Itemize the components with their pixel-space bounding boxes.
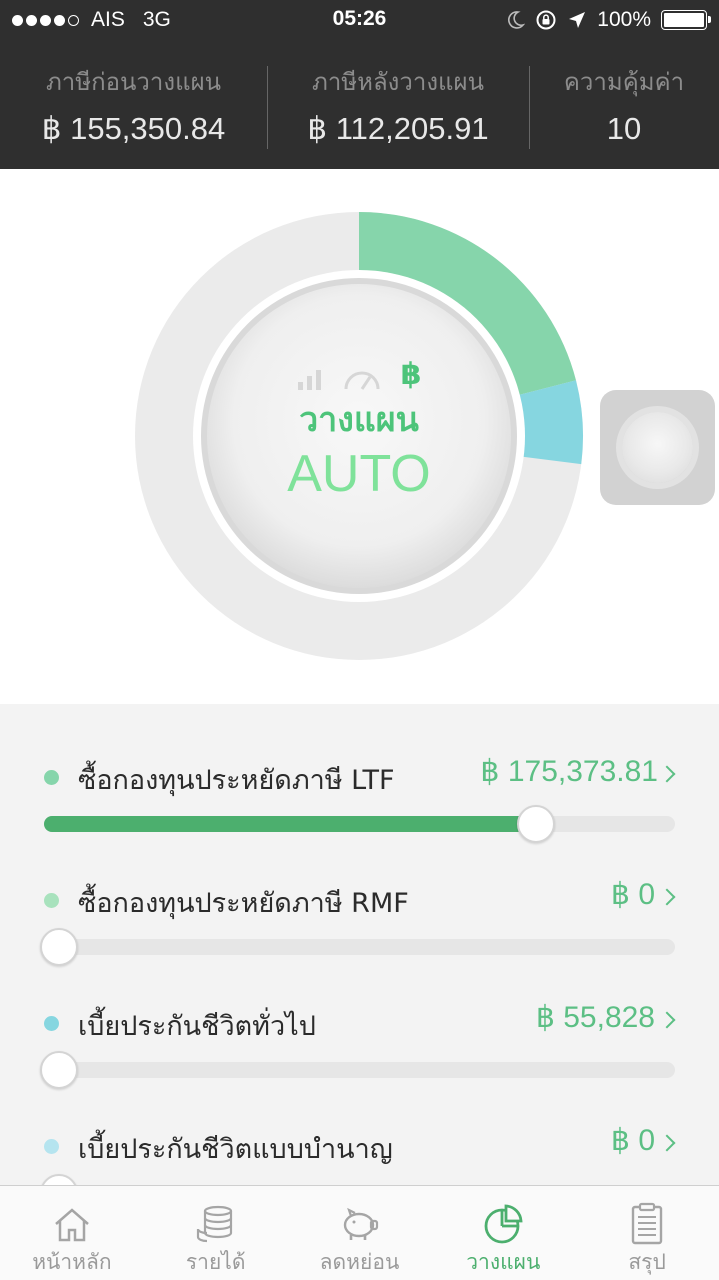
tab-deduction[interactable]: ลดหย่อน xyxy=(288,1186,432,1280)
item-bullet xyxy=(44,770,59,785)
worthiness-value: 10 xyxy=(606,111,642,146)
tax-after-value: ฿ 112,205.91 xyxy=(307,111,489,146)
gauge-handle-button[interactable] xyxy=(600,390,715,505)
tax-before-plan: ภาษีก่อนวางแผน ฿ 155,350.84 xyxy=(0,40,267,169)
item-slider[interactable] xyxy=(40,1051,675,1089)
item-bullet xyxy=(44,1139,59,1154)
chevron-right-icon[interactable] xyxy=(658,765,676,783)
item-name: ซื้อกองทุนประหยัดภาษี LTF xyxy=(78,765,395,796)
deduction-list: ซื้อกองทุนประหยัดภาษี LTF ฿ 175,373.81 ซ… xyxy=(0,704,719,1185)
item-name: เบี้ยประกันชีวิตทั่วไป xyxy=(78,1011,316,1042)
chevron-right-icon[interactable] xyxy=(658,1011,676,1029)
tab-income[interactable]: รายได้ xyxy=(144,1186,288,1280)
gauge-handle-knob[interactable] xyxy=(622,412,693,483)
tab-label: ลดหย่อน xyxy=(319,1250,400,1274)
item-name: ซื้อกองทุนประหยัดภาษี RMF xyxy=(78,888,409,919)
moon-icon xyxy=(508,11,526,29)
tab-plan[interactable]: วางแผน xyxy=(431,1186,575,1280)
signal-bars-icon[interactable] xyxy=(297,368,323,390)
item-slider[interactable] xyxy=(40,928,675,966)
coins-icon xyxy=(196,1205,232,1243)
tab-label: รายได้ xyxy=(185,1250,246,1274)
slider-thumb[interactable] xyxy=(40,1051,78,1089)
status-bar: AIS 3G 05:26 100% xyxy=(0,0,719,40)
slider-fill xyxy=(44,816,537,832)
tax-summary-header: ภาษีก่อนวางแผน ฿ 155,350.84 ภาษีหลังวางแ… xyxy=(0,40,719,169)
tax-after-plan: ภาษีหลังวางแผน ฿ 112,205.91 xyxy=(267,40,529,169)
chevron-right-icon[interactable] xyxy=(658,888,676,906)
item-value[interactable]: ฿ 55,828 xyxy=(536,1000,655,1035)
item-slider[interactable] xyxy=(44,805,675,843)
worthiness-score: ความคุ้มค่า 10 xyxy=(529,40,719,169)
tax-before-value: ฿ 155,350.84 xyxy=(41,111,226,146)
item-value[interactable]: ฿ 0 xyxy=(611,877,655,912)
rotation-lock-icon xyxy=(536,10,556,30)
clipboard-icon xyxy=(631,1202,663,1245)
list-item-life-insurance[interactable]: เบี้ยประกันชีวิตทั่วไป ฿ 55,828 xyxy=(0,986,719,1106)
speedometer-icon[interactable] xyxy=(343,368,381,390)
plan-mode-title: วางแผน xyxy=(299,400,419,440)
battery-percent: 100% xyxy=(597,8,651,31)
item-bullet xyxy=(44,1016,59,1031)
item-value[interactable]: ฿ 175,373.81 xyxy=(480,754,658,789)
item-bullet xyxy=(44,893,59,908)
slider-thumb[interactable] xyxy=(517,805,556,843)
worthiness-label: ความคุ้มค่า xyxy=(563,69,685,96)
item-name: เบี้ยประกันชีวิตแบบบำนาญ xyxy=(78,1134,393,1165)
list-item-rmf[interactable]: ซื้อกองทุนประหยัดภาษี RMF ฿ 0 xyxy=(0,863,719,983)
tax-after-label: ภาษีหลังวางแผน xyxy=(312,69,484,96)
tab-home[interactable]: หน้าหลัก xyxy=(0,1186,144,1280)
tab-label: สรุป xyxy=(628,1250,666,1274)
item-value[interactable]: ฿ 0 xyxy=(611,1123,655,1158)
tax-before-label: ภาษีก่อนวางแผน xyxy=(45,69,222,96)
baht-icon[interactable]: ฿ xyxy=(401,360,422,390)
slider-thumb[interactable] xyxy=(40,928,78,966)
location-arrow-icon xyxy=(569,12,586,28)
list-item-ltf[interactable]: ซื้อกองทุนประหยัดภาษี LTF ฿ 175,373.81 xyxy=(0,740,719,860)
bottom-tab-bar: หน้าหลัก รายได้ ลดหย่อน วางแผน สรุป xyxy=(0,1185,719,1280)
tab-summary[interactable]: สรุป xyxy=(575,1186,719,1280)
battery-icon xyxy=(661,10,711,30)
chevron-right-icon[interactable] xyxy=(658,1134,676,1152)
plan-mode-display[interactable]: ฿ วางแผน AUTO xyxy=(239,360,479,504)
home-icon xyxy=(55,1208,89,1242)
tab-label: หน้าหลัก xyxy=(32,1250,112,1274)
list-item-pension-insurance[interactable]: เบี้ยประกันชีวิตแบบบำนาญ ฿ 0 xyxy=(0,1109,719,1185)
slider-thumb[interactable] xyxy=(40,1174,78,1185)
piggy-bank-icon xyxy=(344,1207,379,1240)
plan-gauge-panel: ฿ วางแผน AUTO xyxy=(0,169,719,704)
plan-mode-subtitle: AUTO xyxy=(287,445,431,503)
pie-chart-icon xyxy=(484,1204,523,1244)
tab-label: วางแผน xyxy=(466,1250,541,1274)
